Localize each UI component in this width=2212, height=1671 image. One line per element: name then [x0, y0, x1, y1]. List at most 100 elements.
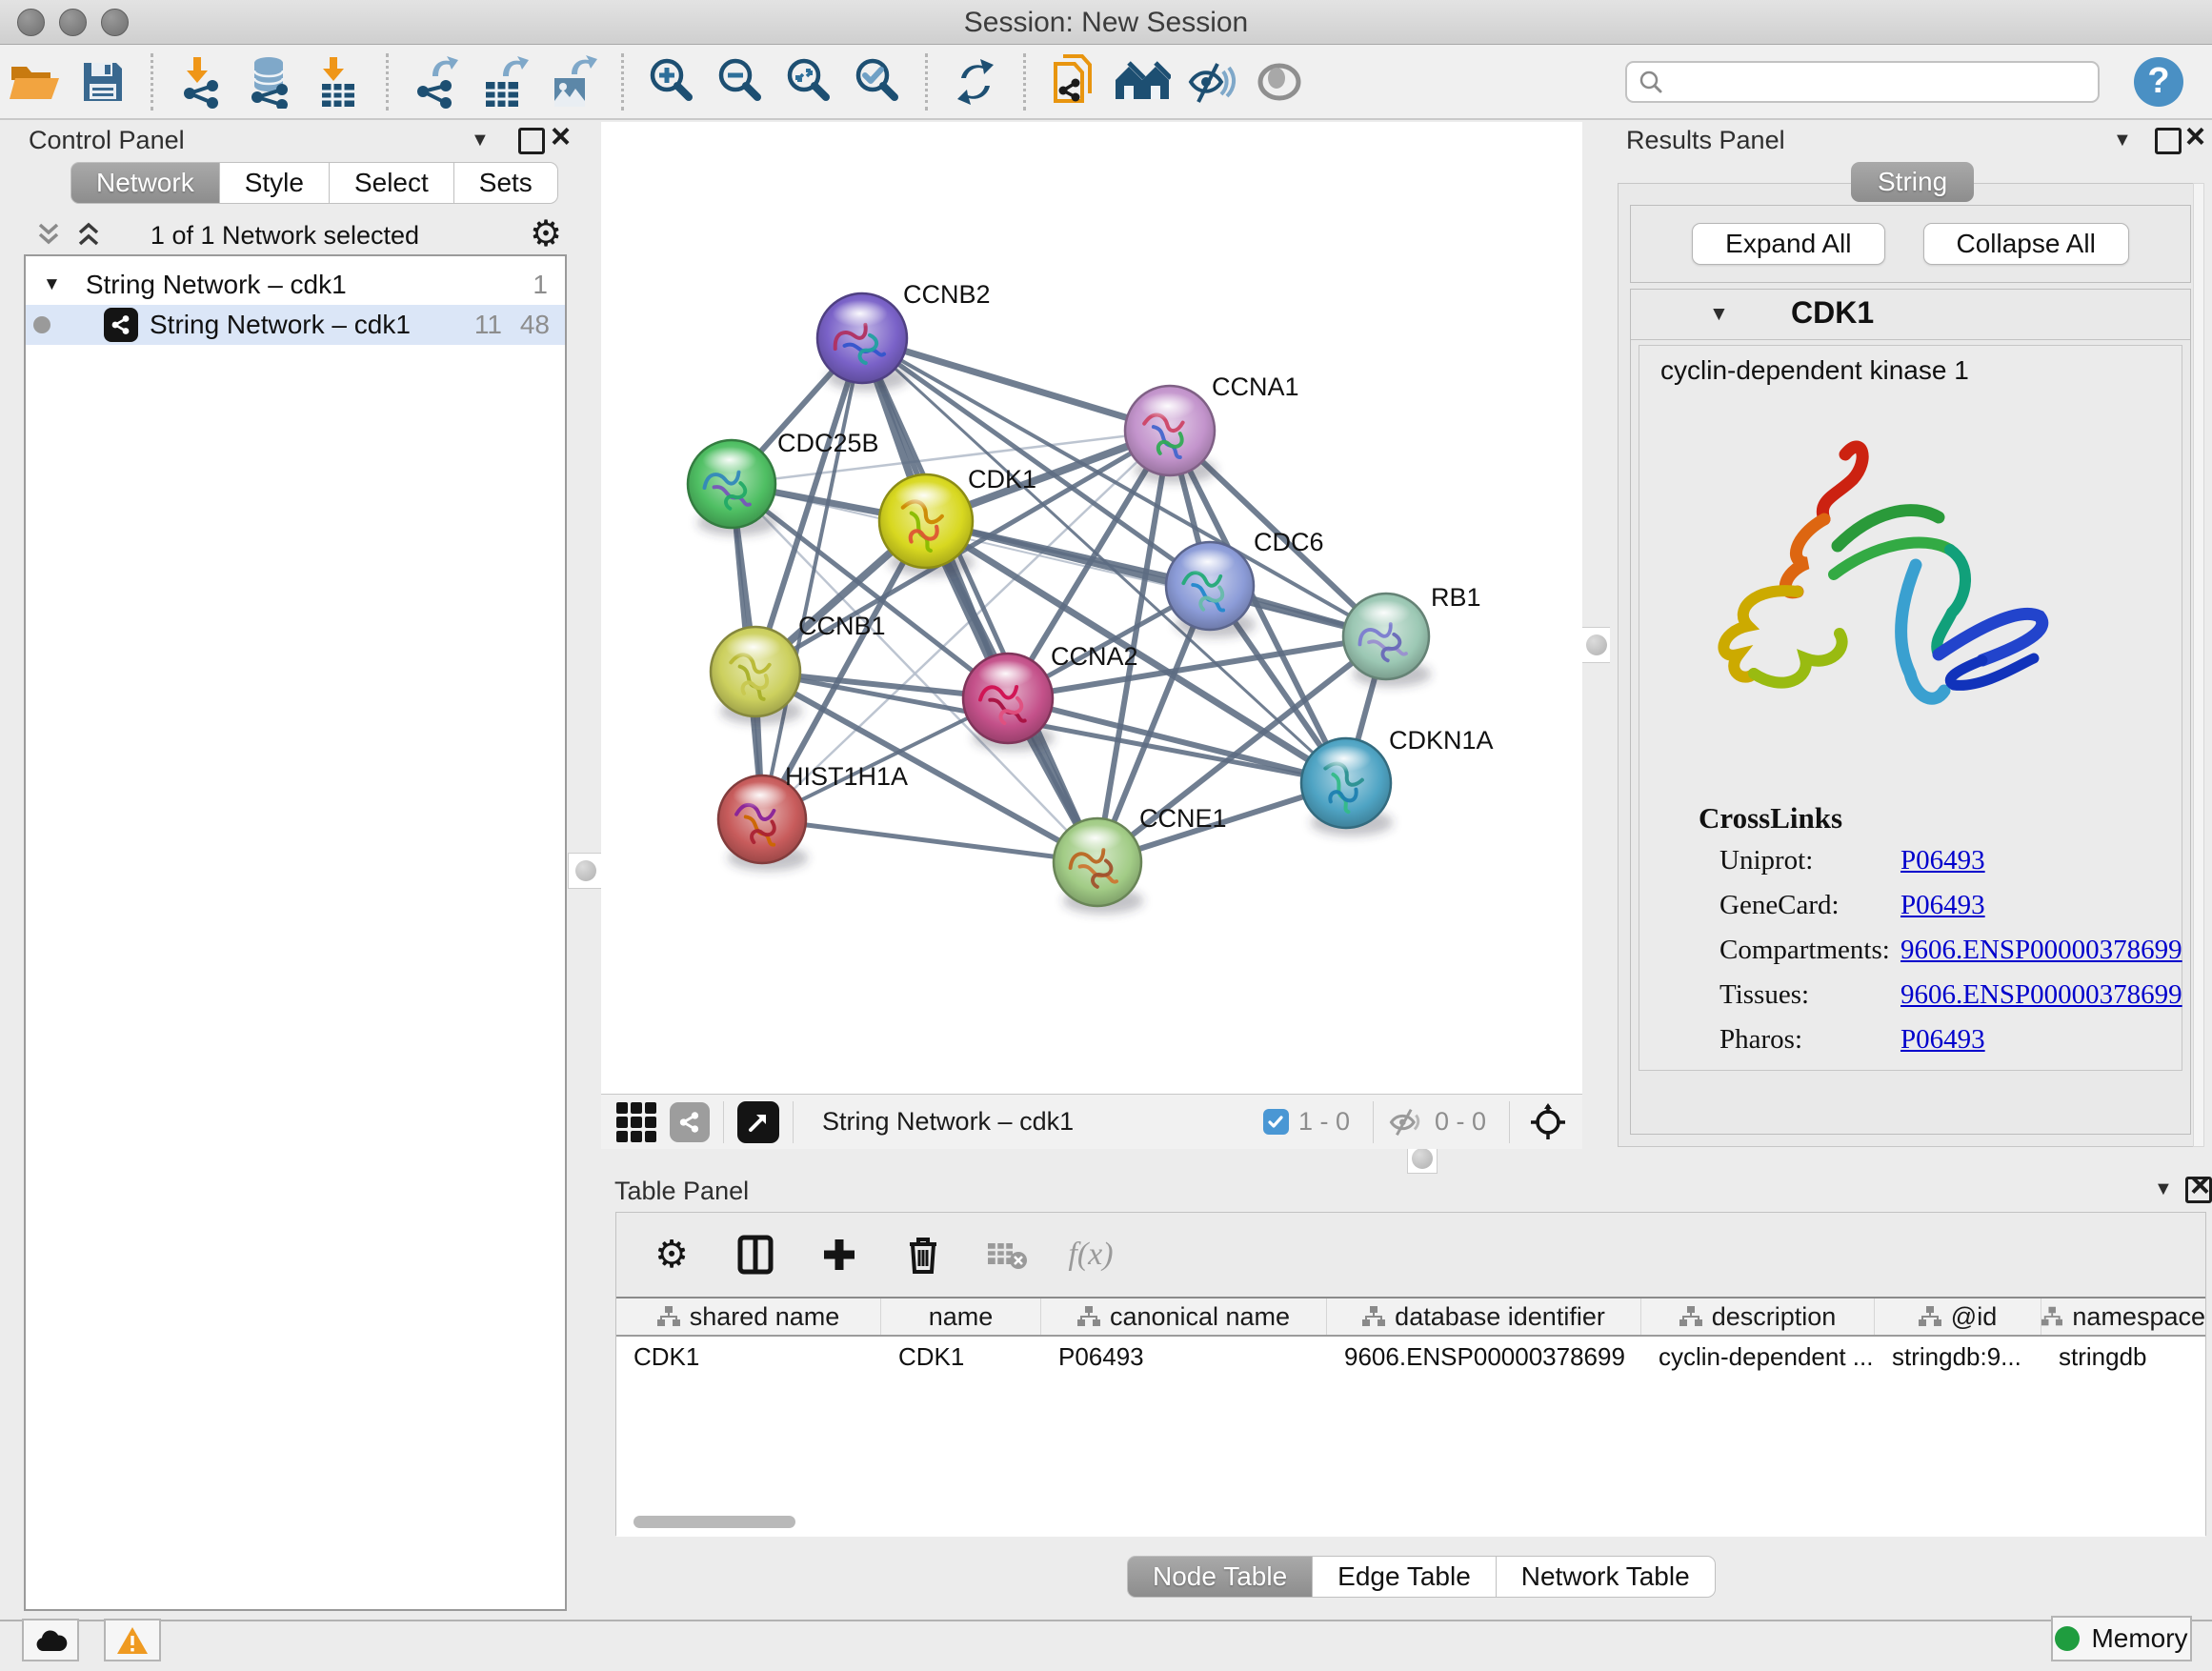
table-options-gear-icon[interactable]: ⚙	[651, 1234, 693, 1276]
search-box[interactable]	[1625, 61, 2100, 103]
crosslink-link[interactable]: P06493	[1900, 1024, 1985, 1056]
column-header-namespace[interactable]: namespace	[2041, 1299, 2205, 1335]
close-panel-icon[interactable]: ×	[2185, 126, 2205, 147]
network-node-RB1[interactable]: RB1	[1343, 583, 1481, 687]
table-row[interactable]: CDK1 CDK1 P06493 9606.ENSP00000378699 cy…	[616, 1337, 2205, 1377]
warnings-button[interactable]	[104, 1619, 161, 1661]
grid-mode-icon[interactable]	[616, 1102, 656, 1142]
tab-network-table[interactable]: Network Table	[1497, 1556, 1716, 1598]
horizontal-splitter[interactable]	[601, 1149, 2212, 1174]
tab-select[interactable]: Select	[330, 162, 454, 204]
hide-graphics-button[interactable]	[1176, 52, 1245, 111]
zoom-out-button[interactable]	[706, 52, 774, 111]
float-panel-icon[interactable]	[518, 128, 545, 154]
network-view-share-icon[interactable]	[670, 1102, 710, 1142]
toolbar-separator	[1023, 53, 1026, 111]
tab-sets[interactable]: Sets	[454, 162, 558, 204]
refresh-view-button[interactable]	[941, 52, 1010, 111]
network-canvas[interactable]: CCNB2CCNA1CDC25BCDK1CDC6RB1CCNB1CCNA2CDK…	[601, 122, 1582, 1094]
center-view-crosshair-icon[interactable]	[1529, 1103, 1567, 1141]
gene-section-header[interactable]: ▼ CDK1	[1631, 290, 2190, 340]
zoom-selected-button[interactable]	[843, 52, 912, 111]
save-session-button[interactable]	[69, 52, 137, 111]
collapse-panel-icon[interactable]: ▼	[2113, 130, 2132, 151]
home-button[interactable]	[1108, 52, 1176, 111]
crosslink-link[interactable]: P06493	[1900, 890, 1985, 921]
tab-style[interactable]: Style	[220, 162, 330, 204]
shared-column-icon	[1362, 1306, 1385, 1327]
network-tree: ▼ String Network – cdk1 1 String Network…	[24, 254, 567, 1611]
vertical-splitter-left[interactable]	[570, 122, 601, 1615]
crosslink-link[interactable]: P06493	[1900, 845, 1985, 876]
section-expanded-icon[interactable]: ▼	[1709, 303, 1729, 326]
network-node-CCNA2[interactable]: CCNA2	[963, 642, 1138, 751]
crosslink-row: GeneCard: P06493	[1719, 890, 2167, 928]
column-header-database-identifier[interactable]: database identifier	[1327, 1299, 1641, 1335]
network-node-CCNA1[interactable]: CCNA1	[1125, 372, 1299, 483]
network-node-CDC6[interactable]: CDC6	[1166, 528, 1324, 637]
create-column-icon[interactable]	[734, 1234, 776, 1276]
collapse-panel-icon[interactable]: ▼	[471, 130, 490, 151]
cloud-icon	[33, 1628, 68, 1653]
network-node-CCNB1[interactable]: CCNB1	[711, 612, 886, 724]
tree-expanded-icon[interactable]: ▼	[43, 274, 61, 295]
column-header-shared-name[interactable]: shared name	[616, 1299, 881, 1335]
shared-column-icon	[2041, 1306, 2062, 1327]
import-network-file-button[interactable]	[167, 52, 235, 111]
results-scrollbar[interactable]	[2193, 183, 2204, 1147]
preview-eye-button[interactable]	[1245, 52, 1314, 111]
help-button[interactable]: ?	[2134, 57, 2183, 107]
birdseye-view-icon[interactable]	[737, 1101, 779, 1143]
titlebar: Session: New Session	[0, 0, 2212, 45]
open-session-button[interactable]	[0, 52, 69, 111]
column-header-description[interactable]: description	[1641, 1299, 1875, 1335]
vertical-splitter-right[interactable]	[1582, 122, 1610, 1149]
export-table-button[interactable]	[471, 52, 539, 111]
network-options-gear-icon[interactable]: ⚙	[530, 215, 562, 253]
import-table-file-button[interactable]	[304, 52, 372, 111]
close-panel-icon[interactable]: ×	[551, 126, 571, 147]
add-row-plus-icon[interactable]	[818, 1234, 860, 1276]
network-edge-CCNB2-HIST1H1A[interactable]	[762, 338, 862, 819]
network-node-CCNB2[interactable]: CCNB2	[817, 280, 991, 391]
table-horizontal-scrollbar[interactable]	[633, 1516, 795, 1528]
collapse-panel-icon[interactable]: ▼	[2154, 1178, 2173, 1200]
export-image-button[interactable]	[539, 52, 608, 111]
expand-all-button[interactable]: Expand All	[1692, 223, 1884, 265]
network-edge-HIST1H1A-CCNE1[interactable]	[762, 819, 1097, 862]
search-input[interactable]	[1663, 66, 2067, 97]
tab-edge-table[interactable]: Edge Table	[1313, 1556, 1497, 1598]
network-row-selected[interactable]: String Network – cdk1 11 48	[26, 305, 565, 345]
network-node-CDC25B[interactable]: CDC25B	[688, 429, 879, 535]
delete-column-trash-icon[interactable]	[902, 1234, 944, 1276]
splitter-handle[interactable]	[568, 853, 604, 889]
crosslink-link[interactable]: 9606.ENSP00000378699	[1900, 935, 2182, 966]
column-header-id[interactable]: @id	[1875, 1299, 2041, 1335]
close-panel-icon[interactable]: ×	[2190, 1175, 2210, 1196]
network-node-HIST1H1A[interactable]: HIST1H1A	[718, 762, 908, 871]
cloud-status-button[interactable]	[22, 1619, 79, 1661]
gene-description: cyclin-dependent kinase 1	[1660, 355, 1969, 386]
delete-table-icon[interactable]	[986, 1234, 1028, 1276]
selected-nodes-checkbox-icon[interactable]	[1263, 1109, 1289, 1135]
zoom-fit-button[interactable]	[774, 52, 843, 111]
network-edge-CCNB2-CCNA1[interactable]	[862, 338, 1170, 431]
import-network-database-button[interactable]	[235, 52, 304, 111]
tab-node-table[interactable]: Node Table	[1127, 1556, 1313, 1598]
crosslink-link[interactable]: 9606.ENSP00000378699	[1900, 979, 2182, 1011]
tab-network[interactable]: Network	[70, 162, 220, 204]
node-label-CCNB1: CCNB1	[798, 612, 886, 640]
float-panel-icon[interactable]	[2155, 128, 2182, 154]
share-document-button[interactable]	[1039, 52, 1108, 111]
export-network-button[interactable]	[402, 52, 471, 111]
column-header-canonical-name[interactable]: canonical name	[1041, 1299, 1327, 1335]
function-builder-icon[interactable]: f(x)	[1070, 1234, 1112, 1276]
network-collection-row[interactable]: ▼ String Network – cdk1 1	[26, 265, 565, 305]
column-header-name[interactable]: name	[881, 1299, 1041, 1335]
zoom-in-button[interactable]	[637, 52, 706, 111]
collapse-all-button[interactable]: Collapse All	[1923, 223, 2129, 265]
network-node-CDKN1A[interactable]: CDKN1A	[1301, 726, 1494, 836]
memory-button[interactable]: Memory	[2051, 1616, 2192, 1661]
node-table[interactable]: shared name name canonical name database…	[616, 1297, 2205, 1537]
tab-string[interactable]: String	[1851, 162, 1974, 202]
